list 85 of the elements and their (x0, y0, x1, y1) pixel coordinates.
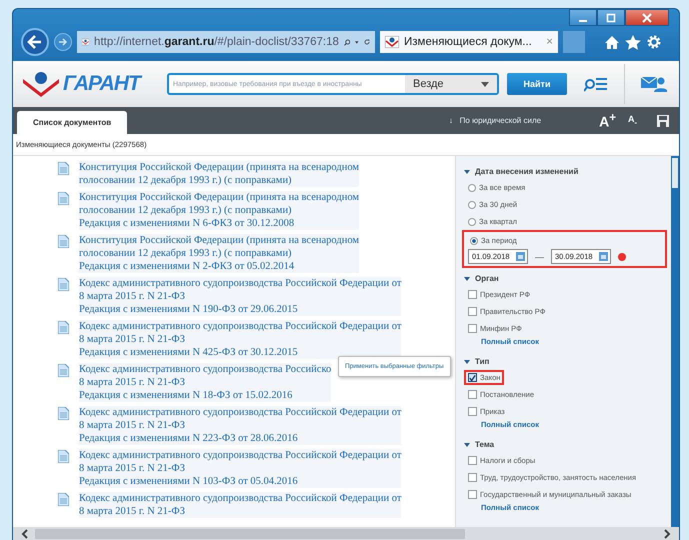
close-icon (642, 12, 652, 22)
radio-button[interactable] (468, 218, 476, 226)
back-button[interactable] (21, 28, 49, 56)
document-link[interactable]: Конституция Российской Федерации (принята на всенародном голосовании 12 декабря 1993 г.) (с поправками) (79, 161, 360, 187)
checkbox[interactable] (468, 456, 477, 465)
calendar-icon[interactable] (599, 252, 608, 261)
url-text: http://internet.garant.ru/#/plain-doclist/33767:18 (94, 36, 339, 48)
search-list-icon[interactable] (584, 76, 608, 92)
edition-link[interactable]: Редакция с изменениями N 6-ФКЗ от 30.12.2008 (79, 217, 360, 230)
calendar-icon[interactable] (516, 252, 525, 261)
scroll-left-icon[interactable] (21, 529, 29, 539)
find-button[interactable]: Найти (507, 73, 567, 95)
sort-button[interactable]: ↓ По юридической силе (442, 115, 548, 126)
maximize-icon (606, 12, 616, 22)
document-icon (58, 493, 69, 506)
radio-button[interactable] (468, 184, 476, 192)
document-link[interactable]: Конституция Российской Федерации (принята на всенародном голосовании 12 декабря 1993 г.) (с поправками) (79, 234, 360, 260)
mail-user-icon[interactable] (641, 75, 667, 93)
checkbox[interactable] (468, 407, 477, 416)
star-icon[interactable] (625, 34, 641, 50)
collapse-triangle-icon[interactable] (464, 358, 470, 364)
edition-link[interactable]: Редакция с изменениями N 103-ФЗ от 05.04.2016 (79, 475, 402, 488)
collapse-triangle-icon[interactable] (464, 442, 470, 448)
document-link[interactable]: Кодекс административного судопроизводства Российской Федерации от 8 марта 2015 г. N 21-ФЗ (79, 320, 402, 346)
address-bar[interactable]: http://internet.garant.ru/#/plain-doclist/33767:18 (77, 31, 375, 53)
site-favicon-icon (82, 36, 90, 48)
document-icon (58, 235, 69, 248)
checkbox[interactable] (468, 324, 477, 333)
edition-link[interactable]: Редакция с изменениями N 2-ФКЗ от 05.02.2014 (79, 260, 360, 273)
radio-button[interactable] (470, 236, 478, 244)
save-icon[interactable] (657, 114, 669, 126)
checkbox[interactable] (468, 307, 477, 316)
horizontal-scrollbar[interactable] (13, 527, 679, 540)
vertical-scrollbar[interactable] (671, 156, 679, 527)
document-link[interactable]: Кодекс административного судопроизводства Российской Федерации от 8 марта 2015 г. N 21-ФЗ (79, 449, 402, 475)
scroll-right-icon[interactable] (663, 529, 671, 539)
range-dash: — (535, 252, 544, 262)
arrow-right-icon (58, 37, 68, 47)
document-link[interactable]: Кодекс административного судопроизводства Российско 8 марта 2015 г. N 21-ФЗ (79, 363, 332, 389)
checkbox[interactable] (468, 290, 477, 299)
document-icon (58, 162, 69, 175)
document-icon (58, 450, 69, 463)
tab-title: Изменяющиеся докум... (404, 36, 532, 48)
arrow-left-icon (26, 33, 44, 51)
checkbox[interactable] (468, 373, 477, 382)
filter-section-title[interactable]: Тема (475, 440, 494, 449)
collapse-triangle-icon[interactable] (464, 276, 470, 282)
document-icon (58, 321, 69, 334)
documents-tab[interactable]: Список документов (17, 111, 128, 134)
document-icon (58, 192, 69, 205)
filter-section-title[interactable]: Орган (475, 274, 499, 283)
filter-section-title[interactable]: Тип (475, 357, 490, 366)
caret-icon (481, 82, 489, 86)
document-link[interactable]: Кодекс административного судопроизводства Российской Федерации от 8 марта 2015 г. N 21-ФЗ (79, 406, 402, 432)
document-icon (58, 407, 69, 420)
maximize-button[interactable] (597, 9, 625, 26)
settings-icon[interactable] (646, 34, 662, 50)
document-icon (58, 278, 69, 291)
document-link[interactable]: Конституция Российской Федерации (принята на всенародном голосовании 12 декабря 1993 г.) (с поправками) (79, 191, 360, 217)
minimize-icon (579, 20, 587, 22)
document-link[interactable]: Кодекс административного судопроизводства Российской Федерации от 8 марта 2015 г. N 21-ФЗ (79, 277, 402, 303)
font-increase-button[interactable]: A$^{+}$ (597, 111, 618, 130)
filter-section-title[interactable]: Дата внесения изменений (475, 167, 578, 176)
scope-dropdown[interactable]: Везде (405, 75, 497, 93)
close-button[interactable] (625, 9, 669, 26)
clear-dot-icon[interactable] (618, 252, 626, 260)
edition-link[interactable]: Редакция с изменениями N 190-ФЗ от 29.06.2015 (79, 303, 402, 316)
checkbox[interactable] (468, 390, 477, 399)
garant-logo[interactable]: ГАРАНТ (21, 69, 143, 99)
document-icon (58, 364, 69, 377)
minimize-button[interactable] (569, 9, 597, 26)
radio-button[interactable] (468, 200, 476, 208)
font-decrease-button[interactable]: A$_{-}$ (626, 114, 639, 127)
edition-link[interactable]: Редакция с изменениями N 18-ФЗ от 15.02.2016 (79, 389, 332, 402)
caret-icon[interactable] (355, 40, 359, 44)
forward-button[interactable] (54, 33, 72, 51)
browser-tab[interactable]: Изменяющиеся докум... × (380, 31, 558, 53)
site-favicon-icon (385, 36, 399, 48)
checkbox[interactable] (468, 490, 477, 499)
edition-link[interactable]: Редакция с изменениями N 425-ФЗ от 30.12.2015 (79, 346, 402, 359)
document-link[interactable]: Кодекс административного судопроизводства Российской Федерации от 8 марта 2015 г. N 21-ФЗ (79, 492, 402, 518)
edition-link[interactable]: Редакция с изменениями N 223-ФЗ от 28.06.2016 (79, 432, 402, 445)
collapse-triangle-icon[interactable] (464, 168, 470, 174)
checkbox[interactable] (468, 473, 477, 482)
home-icon[interactable] (604, 34, 620, 50)
